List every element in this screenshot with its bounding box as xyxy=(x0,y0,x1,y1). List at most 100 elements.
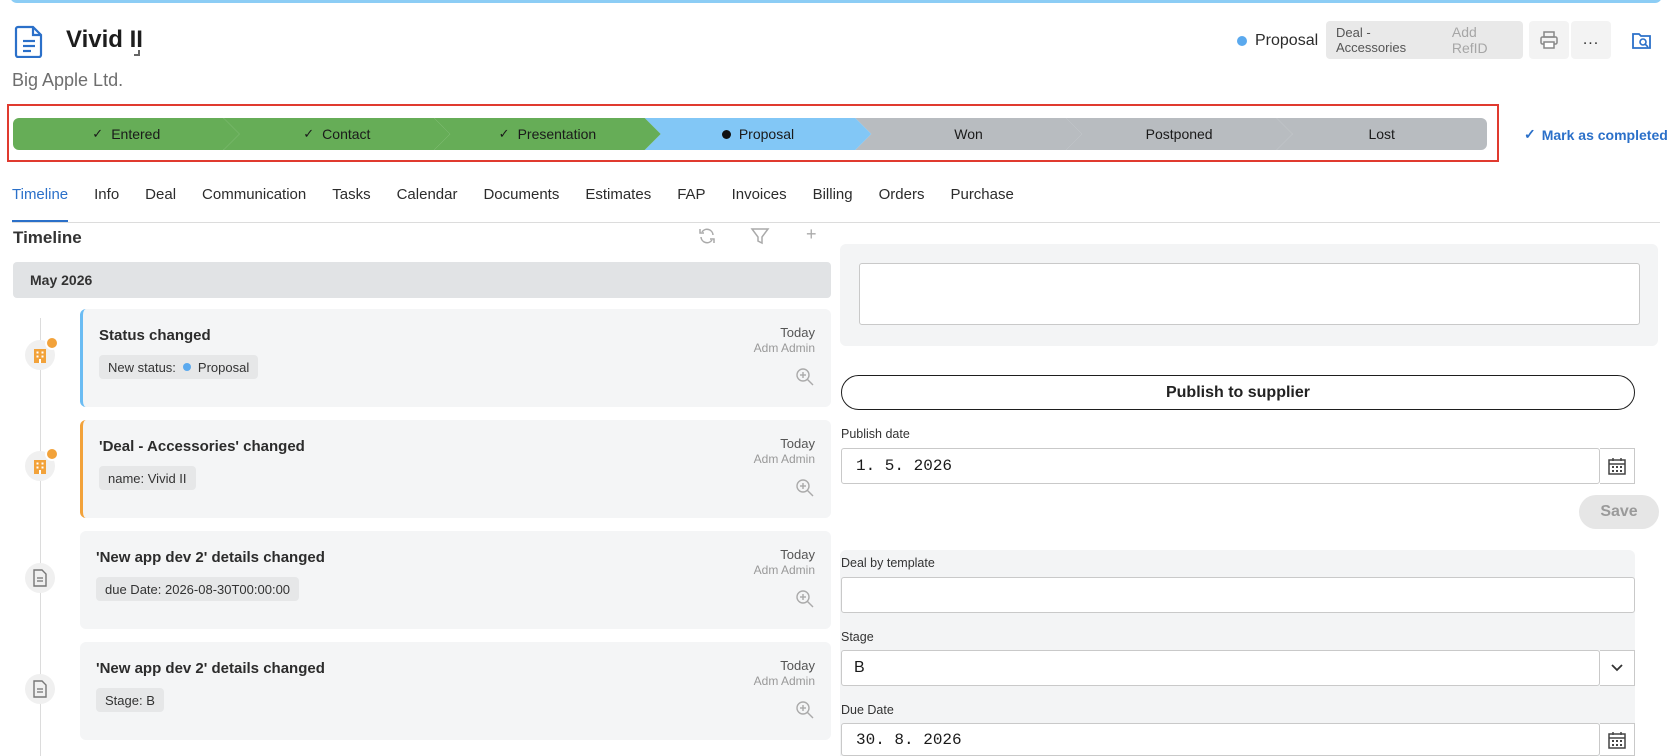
printer-icon xyxy=(1540,31,1558,49)
event-chip: name: Vivid II xyxy=(99,466,196,490)
page-title[interactable]: Vivid II xyxy=(66,26,143,54)
tab-fap[interactable]: FAP xyxy=(677,186,705,222)
event-chip: due Date: 2026-08-30T00:00:00 xyxy=(96,577,300,601)
tab-orders[interactable]: Orders xyxy=(879,186,925,222)
more-options-button[interactable]: ... xyxy=(1571,21,1611,59)
refresh-icon[interactable] xyxy=(697,226,717,251)
timeline-event[interactable]: 'New app dev 2' details changed due Date… xyxy=(80,531,831,629)
tab-timeline[interactable]: Timeline xyxy=(12,186,69,222)
company-name[interactable]: Big Apple Ltd. xyxy=(12,70,123,91)
edit-badge-icon xyxy=(45,336,59,350)
chip-label: name: Vivid II xyxy=(108,470,187,486)
mark-completed-label: Mark as completed xyxy=(1541,126,1668,143)
stage-select[interactable]: B xyxy=(841,650,1600,686)
check-icon: ✓ xyxy=(1524,126,1536,142)
tab-documents[interactable]: Documents xyxy=(483,186,559,222)
tab-deal[interactable]: Deal xyxy=(145,186,176,222)
event-title: 'New app dev 2' details changed xyxy=(96,549,325,566)
resize-corner-icon xyxy=(134,50,140,56)
document-icon xyxy=(25,563,55,593)
publish-date-input[interactable]: 1. 5. 2026 xyxy=(841,448,1600,484)
due-date-input[interactable]: 30. 8. 2026 xyxy=(841,723,1600,756)
timeline-event[interactable]: Status changed New status: Proposal Toda… xyxy=(80,309,831,407)
tab-divider xyxy=(12,222,1660,223)
event-user: Adm Admin xyxy=(753,452,815,466)
stage-contact[interactable]: ✓ Contact xyxy=(223,118,450,150)
status-label: Proposal xyxy=(1255,32,1319,49)
tab-calendar[interactable]: Calendar xyxy=(397,186,458,222)
timeline-event[interactable]: 'Deal - Accessories' changed name: Vivid… xyxy=(80,420,831,518)
zoom-in-icon[interactable] xyxy=(795,478,815,498)
event-time: Today xyxy=(780,436,815,451)
stage-presentation[interactable]: ✓ Presentation xyxy=(434,118,661,150)
timeline-event[interactable]: 'New app dev 2' details changed Stage: B… xyxy=(80,642,831,740)
deal-template-label: Deal by template xyxy=(841,556,935,570)
mark-completed-button[interactable]: ✓ Mark as completed xyxy=(1524,126,1668,143)
deal-template-input[interactable] xyxy=(841,577,1635,613)
deal-tags[interactable]: Deal - Accessories Add RefID xyxy=(1326,21,1523,59)
tab-communication[interactable]: Communication xyxy=(202,186,306,222)
document-icon xyxy=(25,674,55,704)
stage-label: Postponed xyxy=(1145,126,1213,142)
check-icon: ✓ xyxy=(303,126,315,141)
event-chip: Stage: B xyxy=(96,688,164,712)
calendar-icon[interactable] xyxy=(1600,448,1635,484)
event-title: 'New app dev 2' details changed xyxy=(96,660,325,677)
event-chip: New status: Proposal xyxy=(99,355,259,379)
tab-purchase[interactable]: Purchase xyxy=(950,186,1013,222)
stage-proposal[interactable]: Proposal xyxy=(644,118,871,150)
top-accent-bar xyxy=(10,0,1662,3)
tab-invoices[interactable]: Invoices xyxy=(732,186,787,222)
month-header: May 2026 xyxy=(13,262,831,298)
stage-pipeline: ✓ Entered ✓ Contact ✓ Presentation Proposal Won… xyxy=(13,118,1487,150)
chevron-down-icon xyxy=(1611,664,1623,672)
save-button[interactable]: Save xyxy=(1579,495,1659,529)
stage-dropdown-button[interactable] xyxy=(1600,650,1635,686)
add-icon[interactable]: + xyxy=(806,224,817,245)
document-icon xyxy=(14,24,44,59)
status-dot-icon xyxy=(1237,36,1247,46)
stage-won[interactable]: Won xyxy=(855,118,1082,150)
stage-label: Proposal xyxy=(738,126,795,142)
status-dot-icon xyxy=(182,363,191,371)
current-stage-dot-icon xyxy=(721,129,731,139)
zoom-in-icon[interactable] xyxy=(795,589,815,609)
deal-tag[interactable]: Deal - Accessories xyxy=(1336,25,1438,55)
filter-icon[interactable] xyxy=(750,226,770,251)
calendar-icon[interactable] xyxy=(1600,723,1635,756)
status-indicator: Proposal xyxy=(1237,32,1318,50)
print-button[interactable] xyxy=(1529,21,1569,59)
event-time: Today xyxy=(780,547,815,562)
event-time: Today xyxy=(780,325,815,340)
note-input[interactable] xyxy=(859,263,1640,325)
stage-entered[interactable]: ✓ Entered xyxy=(13,118,240,150)
event-user: Adm Admin xyxy=(753,674,815,688)
publish-to-supplier-button[interactable]: Publish to supplier xyxy=(841,375,1635,410)
stage-label: Won xyxy=(954,126,983,142)
stage-postponed[interactable]: Postponed xyxy=(1065,118,1292,150)
stage-label: Stage xyxy=(841,630,874,644)
chip-label: New status: xyxy=(108,359,176,375)
refid-input[interactable]: Add RefID xyxy=(1452,24,1513,56)
tab-billing[interactable]: Billing xyxy=(813,186,853,222)
stage-label: Presentation xyxy=(517,126,597,142)
publish-date-label: Publish date xyxy=(841,427,910,441)
stage-label: Contact xyxy=(322,126,371,142)
stage-label: Entered xyxy=(111,126,161,142)
event-title: Status changed xyxy=(99,327,211,344)
tab-estimates[interactable]: Estimates xyxy=(585,186,651,222)
event-time: Today xyxy=(780,658,815,673)
tab-info[interactable]: Info xyxy=(94,186,119,222)
chip-label: Stage: B xyxy=(105,692,155,708)
event-user: Adm Admin xyxy=(753,341,815,355)
edit-badge-icon xyxy=(45,447,59,461)
zoom-in-icon[interactable] xyxy=(795,700,815,720)
timeline-title: Timeline xyxy=(13,228,82,247)
stage-lost[interactable]: Lost xyxy=(1276,118,1487,150)
search-document-button[interactable] xyxy=(1622,21,1662,59)
stage-label: Lost xyxy=(1368,126,1395,142)
tab-tasks[interactable]: Tasks xyxy=(332,186,370,222)
check-icon: ✓ xyxy=(498,126,510,141)
zoom-in-icon[interactable] xyxy=(795,367,815,387)
chip-value: Proposal xyxy=(197,359,250,375)
